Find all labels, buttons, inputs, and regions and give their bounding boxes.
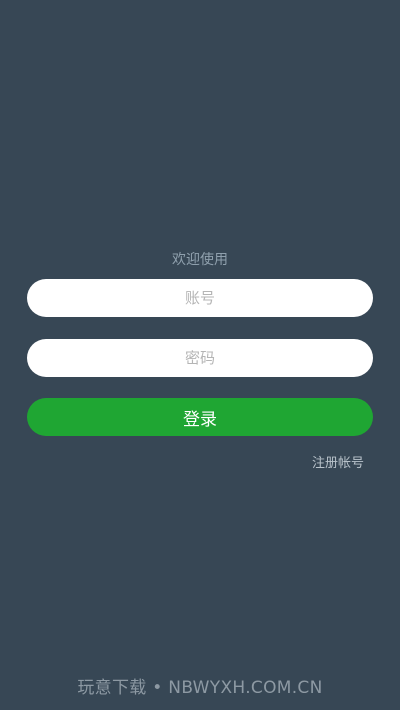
watermark-text: 玩意下载 • NBWYXH.COM.CN: [77, 678, 323, 698]
login-button[interactable]: 登录: [27, 398, 373, 436]
username-input[interactable]: [27, 279, 373, 317]
login-screen: { "login": { "welcome_text": "欢迎使用", "us…: [0, 0, 400, 710]
welcome-text: 欢迎使用: [172, 252, 228, 268]
password-input[interactable]: [27, 339, 373, 377]
register-account-link[interactable]: 注册帐号: [312, 454, 364, 474]
